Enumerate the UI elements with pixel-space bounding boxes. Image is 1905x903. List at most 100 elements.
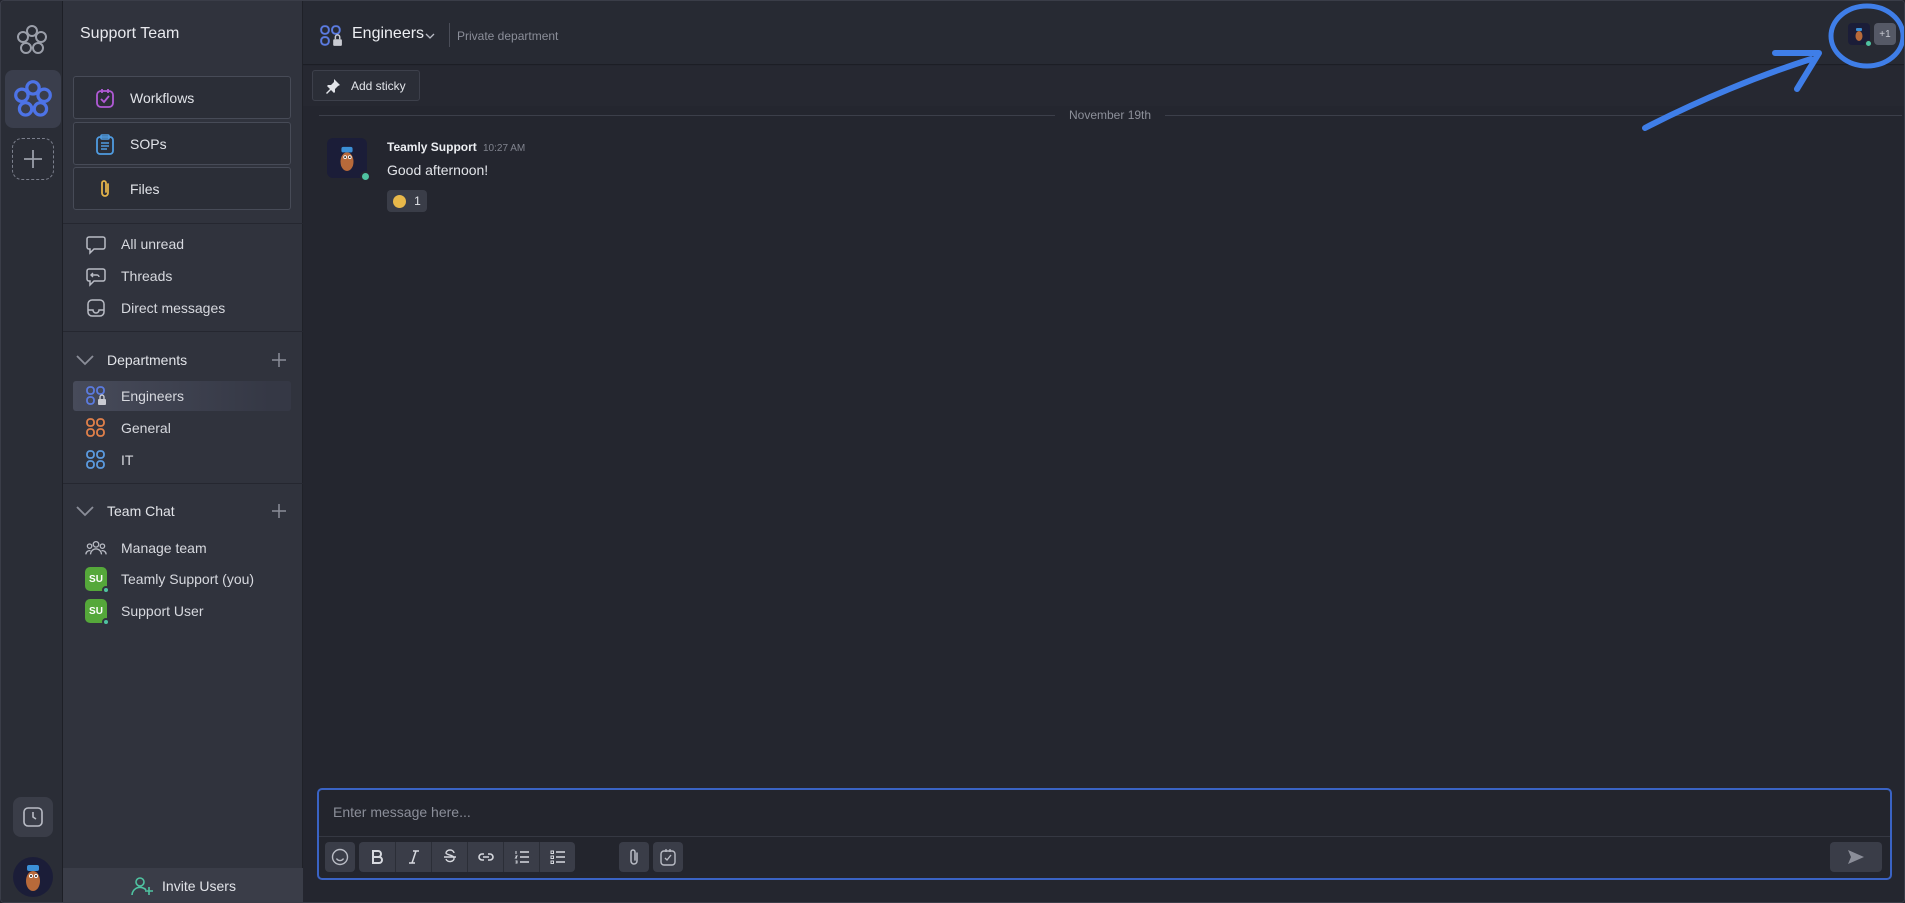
online-status-dot — [102, 586, 110, 594]
channel-view: Engineers Private department +1 Add stic… — [303, 1, 1904, 902]
bold-icon — [372, 850, 383, 864]
header-divider — [449, 23, 450, 47]
workspace-switcher-active[interactable] — [5, 70, 61, 128]
message-composer — [317, 788, 1892, 880]
app-window: Support Team Workflows SOPs Files All un… — [0, 0, 1905, 903]
member-avatar: SU — [85, 599, 110, 626]
add-department-icon[interactable] — [269, 350, 289, 370]
pin-icon — [326, 78, 340, 94]
sidebar-item-label: Teamly Support (you) — [121, 571, 255, 587]
inbox-icon — [85, 297, 107, 319]
attach-button[interactable] — [619, 842, 649, 872]
reaction-count: 1 — [414, 194, 421, 208]
team-title[interactable]: Support Team — [80, 25, 179, 43]
sidebar-item-all-unread[interactable]: All unread — [73, 229, 291, 259]
send-button[interactable] — [1830, 842, 1882, 872]
departments-title: Departments — [107, 352, 188, 368]
department-icon — [85, 449, 107, 471]
italic-button[interactable] — [395, 842, 431, 872]
emoji-reaction-icon — [393, 194, 407, 208]
bullet-list-button[interactable] — [539, 842, 575, 872]
departments-section-header[interactable]: Departments — [73, 346, 291, 374]
sidebar-item-engineers[interactable]: Engineers — [73, 381, 291, 411]
channel-members-button[interactable]: +1 — [1848, 23, 1896, 47]
add-sticky-button[interactable]: Add sticky — [312, 70, 420, 101]
task-icon — [660, 849, 676, 866]
channel-subtitle: Private department — [457, 29, 559, 43]
strikethrough-icon — [443, 849, 456, 863]
sidebar-item-threads[interactable]: Threads — [73, 261, 291, 291]
sops-button[interactable]: SOPs — [73, 122, 291, 165]
sidebar-item-label: Support User — [121, 603, 204, 619]
department-icon — [85, 417, 107, 439]
sidebar-item-manage-team[interactable]: Manage team — [73, 533, 291, 563]
member-badge-wrapper: SU — [85, 599, 110, 626]
link-button[interactable] — [467, 842, 503, 872]
member-initials: SU — [89, 573, 103, 585]
teamly-logo-icon[interactable] — [15, 23, 49, 57]
message-timestamp: 10:27 AM — [483, 143, 526, 154]
sidebar-item-label: IT — [121, 452, 134, 468]
files-button[interactable]: Files — [73, 167, 291, 210]
chat-bubble-icon — [85, 233, 107, 255]
message-author[interactable]: Teamly Support — [387, 140, 477, 154]
chevron-down-icon[interactable] — [425, 31, 435, 41]
user-avatar[interactable] — [13, 857, 53, 897]
sidebar-item-label: Manage team — [121, 540, 207, 556]
sidebar-item-label: Threads — [121, 268, 173, 284]
team-chat-title: Team Chat — [107, 503, 175, 519]
history-button[interactable] — [13, 797, 53, 837]
add-sticky-label: Add sticky — [351, 78, 406, 93]
member-initials: SU — [89, 605, 103, 617]
composer-divider — [319, 836, 1890, 837]
sidebar-item-label: All unread — [121, 236, 185, 252]
sticky-bar: Add sticky — [303, 66, 1904, 106]
message: Teamly Support 10:27 AM Good afternoon! … — [327, 138, 1827, 218]
online-status-dot — [102, 618, 110, 626]
invite-users-label: Invite Users — [162, 878, 236, 894]
bold-button[interactable] — [359, 842, 395, 872]
add-user-icon — [131, 877, 154, 896]
files-label: Files — [130, 180, 160, 197]
invite-users-button[interactable]: Invite Users — [63, 868, 303, 902]
plus-icon — [24, 150, 42, 168]
clock-icon — [23, 807, 43, 827]
chevron-down-icon[interactable] — [75, 350, 95, 370]
paperclip-icon — [94, 178, 116, 200]
send-icon — [1848, 850, 1864, 864]
message-avatar[interactable] — [327, 138, 371, 182]
member-overflow-count: +1 — [1874, 23, 1896, 45]
add-chat-icon[interactable] — [269, 501, 289, 521]
sidebar-item-direct-messages[interactable]: Direct messages — [73, 293, 291, 323]
member-badge-wrapper: SU — [85, 567, 110, 594]
workspace-rail — [1, 1, 63, 902]
italic-icon — [408, 850, 419, 864]
team-chat-section-header[interactable]: Team Chat — [73, 497, 291, 525]
sidebar-item-teamly-support[interactable]: SU Teamly Support (you) — [73, 564, 291, 594]
workflows-button[interactable]: Workflows — [73, 76, 291, 119]
workflows-label: Workflows — [130, 89, 195, 106]
sidebar-item-label: Direct messages — [121, 300, 226, 316]
sidebar-divider — [63, 483, 303, 484]
sidebar-item-it[interactable]: IT — [73, 445, 291, 475]
private-department-icon — [85, 385, 107, 407]
add-workspace-button[interactable] — [12, 138, 54, 180]
message-text: Good afternoon! — [387, 162, 489, 178]
member-avatar — [1848, 23, 1872, 47]
strikethrough-button[interactable] — [431, 842, 467, 872]
sidebar-item-general[interactable]: General — [73, 413, 291, 443]
ordered-list-button[interactable] — [503, 842, 539, 872]
workflows-icon — [94, 87, 116, 109]
sidebar-item-support-user[interactable]: SU Support User — [73, 596, 291, 626]
task-button[interactable] — [653, 842, 683, 872]
chevron-down-icon[interactable] — [75, 501, 95, 521]
sidebar: Support Team Workflows SOPs Files All un… — [63, 1, 303, 902]
emoji-button[interactable] — [325, 842, 355, 872]
date-divider: November 19th — [1055, 108, 1166, 122]
bullet-list-icon — [550, 850, 565, 864]
message-input[interactable] — [319, 790, 1890, 834]
channel-title[interactable]: Engineers — [352, 25, 424, 43]
formatting-toolbar — [359, 842, 575, 872]
reaction-chip[interactable]: 1 — [387, 190, 427, 212]
workspace-logo-icon — [14, 80, 52, 117]
